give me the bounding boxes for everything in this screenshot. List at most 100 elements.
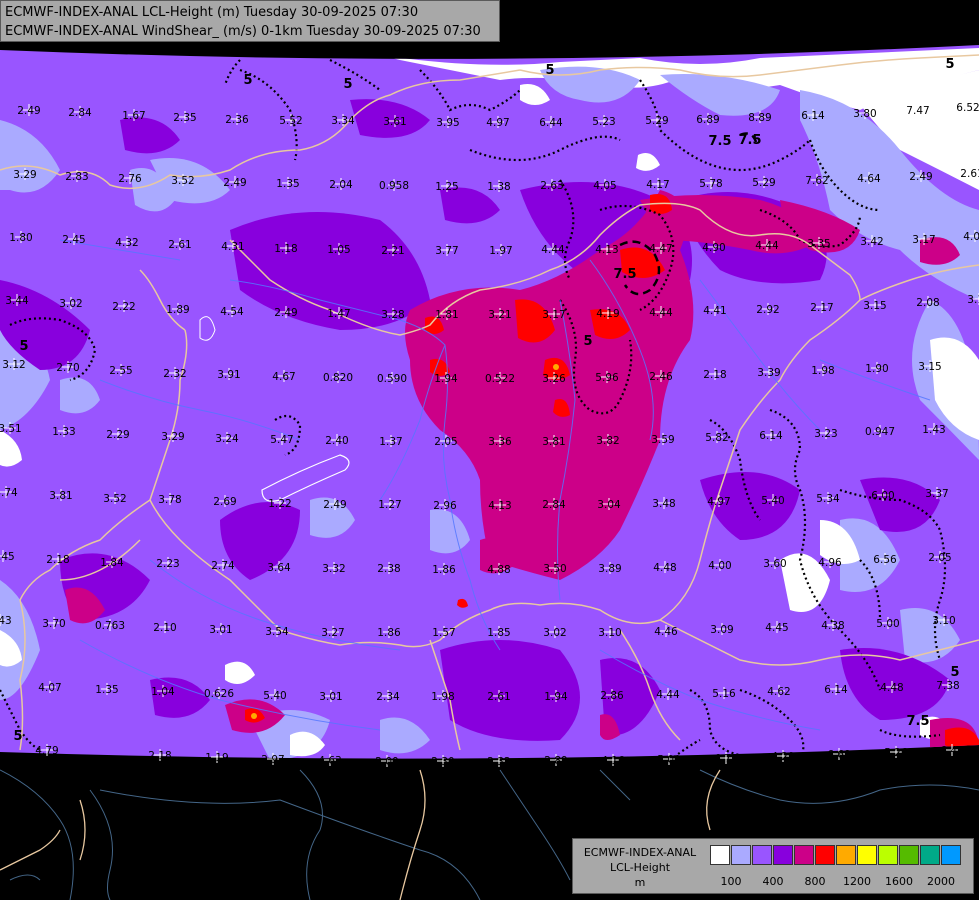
station-value: 2.22 (112, 301, 135, 313)
station-marker: 5.16 (712, 687, 736, 700)
station-value: 2.55 (109, 365, 132, 377)
station-marker: 5.29 (645, 114, 669, 127)
station-marker: 1.38 (487, 180, 511, 193)
station-value: 2.18 (148, 750, 171, 762)
legend-swatch (857, 845, 877, 865)
svg-text:5: 5 (343, 77, 352, 92)
station-value: 3.32 (322, 563, 345, 575)
station-value: 3.42 (860, 236, 883, 248)
station-marker: 1.43 (922, 423, 946, 436)
station-value: 2.29 (106, 429, 129, 441)
station-marker: 1.35 (276, 177, 300, 190)
station-marker: 4.38 (821, 619, 845, 632)
station-value: 0.763 (95, 620, 125, 632)
station-marker: 7.62 (805, 174, 829, 187)
station-value: 2.45 (62, 234, 85, 246)
station-marker: 3.19 (967, 293, 979, 306)
station-value: 0.522 (485, 373, 515, 385)
station-value: 4.46 (654, 626, 678, 638)
station-value: 4.13 (595, 244, 618, 256)
station-value: 2.23 (156, 558, 179, 570)
station-value: 4.48 (880, 682, 903, 694)
station-marker: 3.12 (2, 358, 26, 371)
station-marker: 1.57 (432, 626, 456, 639)
station-value: 4.62 (767, 686, 790, 698)
station-marker: 3.26 (542, 372, 566, 385)
station-value: 3.24 (215, 433, 239, 445)
station-marker: 0.590 (377, 372, 407, 385)
station-marker: 0.820 (323, 371, 353, 384)
station-marker: 2.21 (381, 244, 405, 257)
station-value: 5.29 (645, 115, 668, 127)
station-marker: 4.19 (596, 307, 620, 320)
station-marker: 2.49 (223, 176, 247, 189)
station-marker: 2.18 (46, 553, 70, 566)
station-marker: 3.15 (918, 360, 942, 373)
station-marker: 3.59 (651, 433, 675, 446)
station-marker: 2.18 (703, 368, 727, 381)
station-marker: 4.64 (857, 172, 881, 185)
station-marker: 3.09 (710, 623, 734, 636)
station-value: 5.47 (270, 434, 293, 446)
station-marker: 2.18 (148, 749, 172, 762)
station-marker: 2.74 (211, 559, 235, 572)
station-marker: 4.46 (654, 625, 678, 638)
station-value: 0.626 (204, 688, 234, 700)
station-marker: 2.17 (810, 301, 834, 314)
station-value: 3.01 (209, 624, 232, 636)
station-value: 3.64 (267, 562, 291, 574)
station-value: 1.90 (865, 363, 888, 375)
station-marker: 3.17 (912, 233, 936, 246)
station-value: 3.01 (319, 691, 342, 703)
station-marker: 4.41 (703, 304, 727, 317)
station-value: 3.48 (652, 498, 675, 510)
station-value: 2.86 (600, 690, 624, 702)
lcl-field (0, 45, 979, 759)
station-value: 5.29 (752, 177, 775, 189)
station-value: 4.97 (707, 496, 730, 508)
station-marker: 4.48 (653, 561, 677, 574)
station-value: 6.48 (940, 745, 963, 757)
station-value: 2.61 (487, 691, 510, 703)
station-value: 2.92 (756, 304, 779, 316)
station-value: 3.74 (0, 487, 18, 499)
station-marker: 3.81 (49, 489, 73, 502)
station-marker: 4.48 (880, 681, 904, 694)
station-value: 3.80 (853, 108, 876, 120)
station-marker: 1.86 (432, 563, 456, 576)
station-marker: 2.49 (323, 498, 347, 511)
station-marker: 6.89 (696, 113, 720, 126)
station-value: 3.60 (763, 558, 786, 570)
station-value: 3.52 (171, 175, 194, 187)
station-value: 3.29 (13, 169, 36, 181)
station-value: 1.57 (432, 627, 455, 639)
station-marker: 3.80 (853, 107, 877, 120)
station-value: 2.32 (487, 756, 510, 768)
station-marker: 3.44 (5, 294, 29, 307)
station-value: 2.84 (68, 107, 92, 119)
station-value: 3.17 (912, 234, 935, 246)
station-marker: 4.29 (771, 750, 795, 763)
station-value: 4.45 (765, 622, 788, 634)
station-value: 2.61 (960, 168, 979, 180)
station-value: 1.19 (205, 752, 228, 764)
station-value: 5.40 (263, 690, 286, 702)
station-value: 0.590 (377, 373, 407, 385)
station-marker: 0.947 (865, 425, 895, 438)
station-marker: 1.33 (52, 425, 76, 438)
station-value: 0.947 (865, 426, 895, 438)
station-value: 2.83 (65, 171, 88, 183)
station-value: 3.37 (925, 488, 948, 500)
station-value: 2.49 (909, 171, 932, 183)
station-value: 4.05 (593, 180, 616, 192)
station-value: 4.67 (272, 371, 295, 383)
station-marker: 1.19 (205, 751, 229, 764)
station-value: 4.44 (656, 689, 680, 701)
station-value: 4.44 (755, 240, 779, 252)
legend-tick-label: 100 (720, 875, 742, 888)
station-marker: 1.04 (151, 685, 175, 698)
station-value: 1.18 (274, 243, 297, 255)
station-marker: 2.05 (434, 435, 458, 448)
station-value: 2.05 (928, 552, 951, 564)
station-value: 2.74 (211, 560, 235, 572)
